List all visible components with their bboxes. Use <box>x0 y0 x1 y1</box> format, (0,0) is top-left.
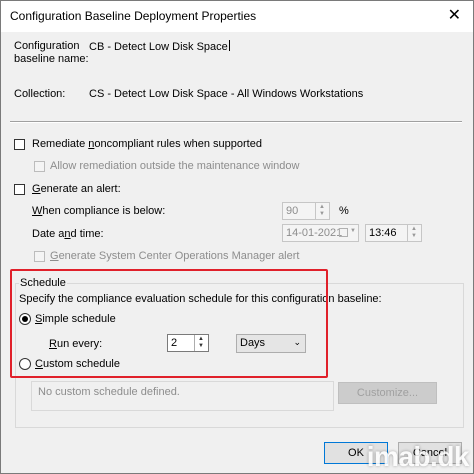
chevron-down-icon: ▼ <box>350 228 356 234</box>
time-spinner[interactable]: ▲ ▼ <box>407 225 421 241</box>
customize-button[interactable]: Customize... <box>338 382 437 404</box>
scom-alert-checkbox[interactable] <box>34 251 45 262</box>
baseline-name-value[interactable]: CB - Detect Low Disk Space <box>89 40 230 53</box>
scom-alert-label: Generate System Center Operations Manage… <box>50 250 300 262</box>
baseline-name-label-line2: baseline name: <box>14 53 89 65</box>
remediate-checkbox[interactable] <box>14 139 25 150</box>
separator <box>10 121 462 123</box>
spin-down-icon: ▼ <box>411 233 417 239</box>
window-title: Configuration Baseline Deployment Proper… <box>10 9 257 23</box>
custom-schedule-box: No custom schedule defined. <box>31 381 334 411</box>
watermark-logo: imab.dk <box>366 441 470 472</box>
generate-alert-checkbox[interactable] <box>14 184 25 195</box>
compliance-input[interactable]: 90 ▲ ▼ <box>282 202 330 220</box>
time-input[interactable]: 13:46 ▲ ▼ <box>365 224 422 242</box>
generate-alert-label: Generate an alert: <box>32 183 121 195</box>
date-input[interactable]: 14-01-2021 ▼ <box>282 224 359 242</box>
remediate-label: Remediate noncompliant rules when suppor… <box>32 138 262 150</box>
compliance-spinner[interactable]: ▲ ▼ <box>315 203 329 219</box>
allow-remediation-checkbox[interactable] <box>34 161 45 172</box>
compliance-label: When compliance is below: <box>32 205 166 217</box>
text-cursor <box>228 40 230 51</box>
allow-remediation-label: Allow remediation outside the maintenanc… <box>50 160 300 172</box>
percent-sign: % <box>339 205 349 217</box>
no-custom-schedule-text: No custom schedule defined. <box>38 386 180 398</box>
spin-down-icon: ▼ <box>319 211 325 217</box>
close-icon[interactable]: ✕ <box>448 6 461 26</box>
properties-dialog: Configuration Baseline Deployment Proper… <box>0 0 474 474</box>
spin-up-icon: ▲ <box>411 226 417 232</box>
highlight-box <box>10 269 328 378</box>
baseline-name-label-line1: Configuration <box>14 40 80 52</box>
calendar-icon[interactable] <box>339 228 348 237</box>
collection-label: Collection: <box>14 88 66 100</box>
date-time-label: Date and time: <box>32 228 104 240</box>
spin-up-icon: ▲ <box>319 204 325 210</box>
collection-value: CS - Detect Low Disk Space - All Windows… <box>89 88 364 100</box>
title-bar: Configuration Baseline Deployment Proper… <box>1 1 473 32</box>
